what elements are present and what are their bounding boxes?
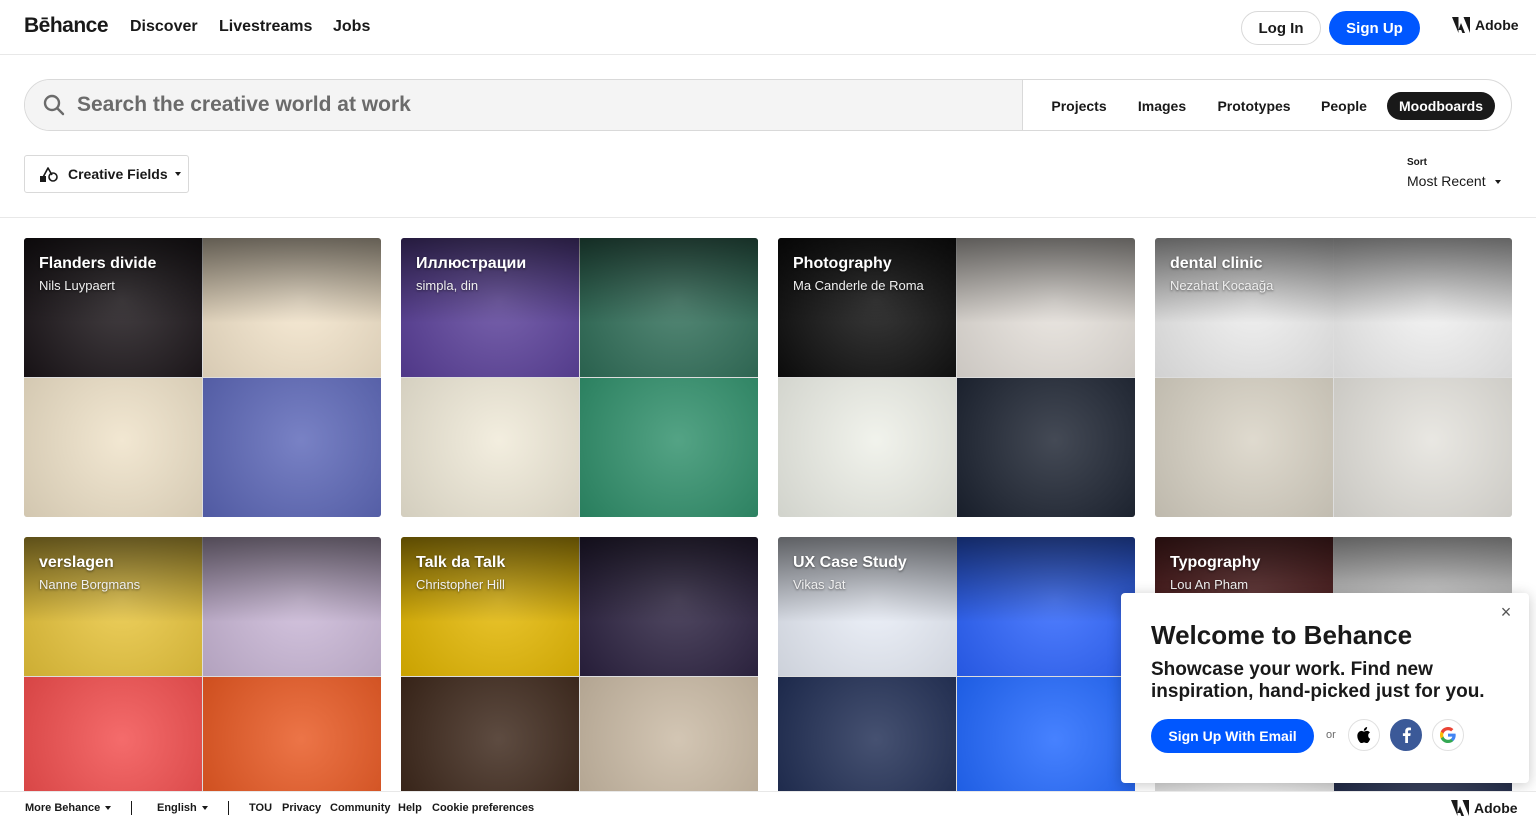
or-label: or xyxy=(1326,729,1336,741)
moodboard-thumbnail xyxy=(580,537,758,676)
language-dropdown[interactable]: English xyxy=(157,802,208,814)
top-bar: Bēhance Discover Livestreams Jobs Log In… xyxy=(0,0,1536,55)
chevron-down-icon xyxy=(105,806,112,811)
footer-adobe-label: Adobe xyxy=(1474,800,1518,816)
language-label: English xyxy=(157,802,197,814)
search-input[interactable] xyxy=(77,90,977,120)
login-button[interactable]: Log In xyxy=(1241,11,1321,45)
moodboard-thumbnail xyxy=(957,378,1135,517)
moodboard-title[interactable]: Typography xyxy=(1170,554,1260,572)
tab-images[interactable]: Images xyxy=(1131,92,1193,120)
behance-logo[interactable]: Bēhance xyxy=(24,14,109,38)
adobe-logo-icon xyxy=(1452,17,1470,33)
moodboard-card[interactable]: Иллюстрации simpla, din xyxy=(401,238,758,517)
moodboard-thumbnail xyxy=(957,537,1135,676)
apple-icon xyxy=(1357,727,1371,743)
footer-link-help[interactable]: Help xyxy=(398,802,422,814)
moodboard-title[interactable]: verslagen xyxy=(39,554,114,572)
footer-link-privacy[interactable]: Privacy xyxy=(282,802,321,814)
moodboard-title[interactable]: dental clinic xyxy=(1170,255,1262,273)
adobe-logo-icon xyxy=(1451,800,1469,816)
moodboard-owner[interactable]: Nanne Borgmans xyxy=(39,577,140,592)
search-bar: Projects Images Prototypes People Moodbo… xyxy=(24,79,1512,131)
footer-link-cookie-preferences[interactable]: Cookie preferences xyxy=(432,802,534,814)
sort-value: Most Recent xyxy=(1407,173,1486,189)
nav-livestreams[interactable]: Livestreams xyxy=(219,18,312,36)
divider xyxy=(0,217,1536,218)
moodboard-thumbnail xyxy=(401,378,579,517)
moodboard-thumbnail xyxy=(580,378,758,517)
moodboard-title[interactable]: Talk da Talk xyxy=(416,554,505,572)
moodboard-card[interactable]: UX Case Study Vikas Jat xyxy=(778,537,1135,816)
moodboard-card[interactable]: verslagen Nanne Borgmans xyxy=(24,537,381,816)
chevron-down-icon xyxy=(1494,180,1501,185)
creative-fields-icon xyxy=(40,167,58,182)
moodboard-owner[interactable]: Christopher Hill xyxy=(416,577,505,592)
creative-fields-label: Creative Fields xyxy=(68,166,168,182)
moodboard-owner[interactable]: simpla, din xyxy=(416,278,478,293)
footer: More Behance English TOU Privacy Communi… xyxy=(0,791,1536,824)
moodboard-thumbnail xyxy=(203,238,381,377)
moodboard-thumbnail xyxy=(203,378,381,517)
footer-separator xyxy=(228,801,229,815)
tab-projects[interactable]: Projects xyxy=(1043,92,1115,120)
tab-people[interactable]: People xyxy=(1315,92,1373,120)
nav-discover[interactable]: Discover xyxy=(130,18,198,36)
moodboard-thumbnail xyxy=(778,378,956,517)
footer-link-community[interactable]: Community xyxy=(330,802,391,814)
more-behance-dropdown[interactable]: More Behance xyxy=(25,802,112,814)
moodboard-card[interactable]: Photography Ma Canderle de Roma xyxy=(778,238,1135,517)
apple-signin-button[interactable] xyxy=(1348,719,1380,751)
adobe-label: Adobe xyxy=(1475,17,1519,33)
moodboard-owner[interactable]: Vikas Jat xyxy=(793,577,846,592)
footer-link-tou[interactable]: TOU xyxy=(249,802,272,814)
moodboard-title[interactable]: UX Case Study xyxy=(793,554,907,572)
more-behance-label: More Behance xyxy=(25,802,101,814)
moodboard-title[interactable]: Flanders divide xyxy=(39,255,156,273)
signup-email-button[interactable]: Sign Up With Email xyxy=(1151,719,1314,753)
close-icon[interactable]: × xyxy=(1499,603,1513,621)
moodboard-thumbnail xyxy=(203,537,381,676)
moodboard-title[interactable]: Photography xyxy=(793,255,892,273)
popup-description: Showcase your work. Find new inspiration… xyxy=(1151,659,1485,702)
sort-dropdown[interactable]: Most Recent xyxy=(1407,173,1501,189)
moodboard-thumbnail xyxy=(1155,378,1333,517)
moodboard-title[interactable]: Иллюстрации xyxy=(416,255,526,273)
moodboard-owner[interactable]: Nils Luypaert xyxy=(39,278,115,293)
moodboard-card[interactable]: Talk da Talk Christopher Hill xyxy=(401,537,758,816)
adobe-link[interactable]: Adobe xyxy=(1452,17,1519,33)
search-icon xyxy=(43,94,65,116)
footer-separator xyxy=(131,801,132,815)
moodboard-thumbnail xyxy=(580,238,758,377)
moodboard-card[interactable]: Flanders divide Nils Luypaert xyxy=(24,238,381,517)
footer-adobe-link[interactable]: Adobe xyxy=(1451,800,1518,816)
moodboard-thumbnail xyxy=(957,238,1135,377)
chevron-down-icon xyxy=(174,172,181,176)
moodboard-thumbnail xyxy=(1334,378,1512,517)
tab-moodboards[interactable]: Moodboards xyxy=(1387,92,1495,120)
creative-fields-dropdown[interactable]: Creative Fields xyxy=(24,155,189,193)
moodboard-card[interactable]: dental clinic Nezahat Kocaağa xyxy=(1155,238,1512,517)
facebook-icon xyxy=(1402,727,1411,743)
tab-prototypes[interactable]: Prototypes xyxy=(1211,92,1297,120)
sort-label: Sort xyxy=(1407,157,1427,168)
moodboard-thumbnail xyxy=(1334,238,1512,377)
popup-title: Welcome to Behance xyxy=(1151,620,1413,650)
google-icon xyxy=(1440,727,1456,743)
search-field-area xyxy=(25,80,1023,130)
moodboard-owner[interactable]: Nezahat Kocaağa xyxy=(1170,278,1273,293)
nav-jobs[interactable]: Jobs xyxy=(333,18,370,36)
moodboard-owner[interactable]: Lou An Pham xyxy=(1170,577,1248,592)
moodboard-thumbnail xyxy=(24,378,202,517)
google-signin-button[interactable] xyxy=(1432,719,1464,751)
welcome-popup: × Welcome to Behance Showcase your work.… xyxy=(1121,593,1529,783)
signup-button[interactable]: Sign Up xyxy=(1329,11,1420,45)
facebook-signin-button[interactable] xyxy=(1390,719,1422,751)
moodboard-owner[interactable]: Ma Canderle de Roma xyxy=(793,278,924,293)
chevron-down-icon xyxy=(201,806,208,811)
